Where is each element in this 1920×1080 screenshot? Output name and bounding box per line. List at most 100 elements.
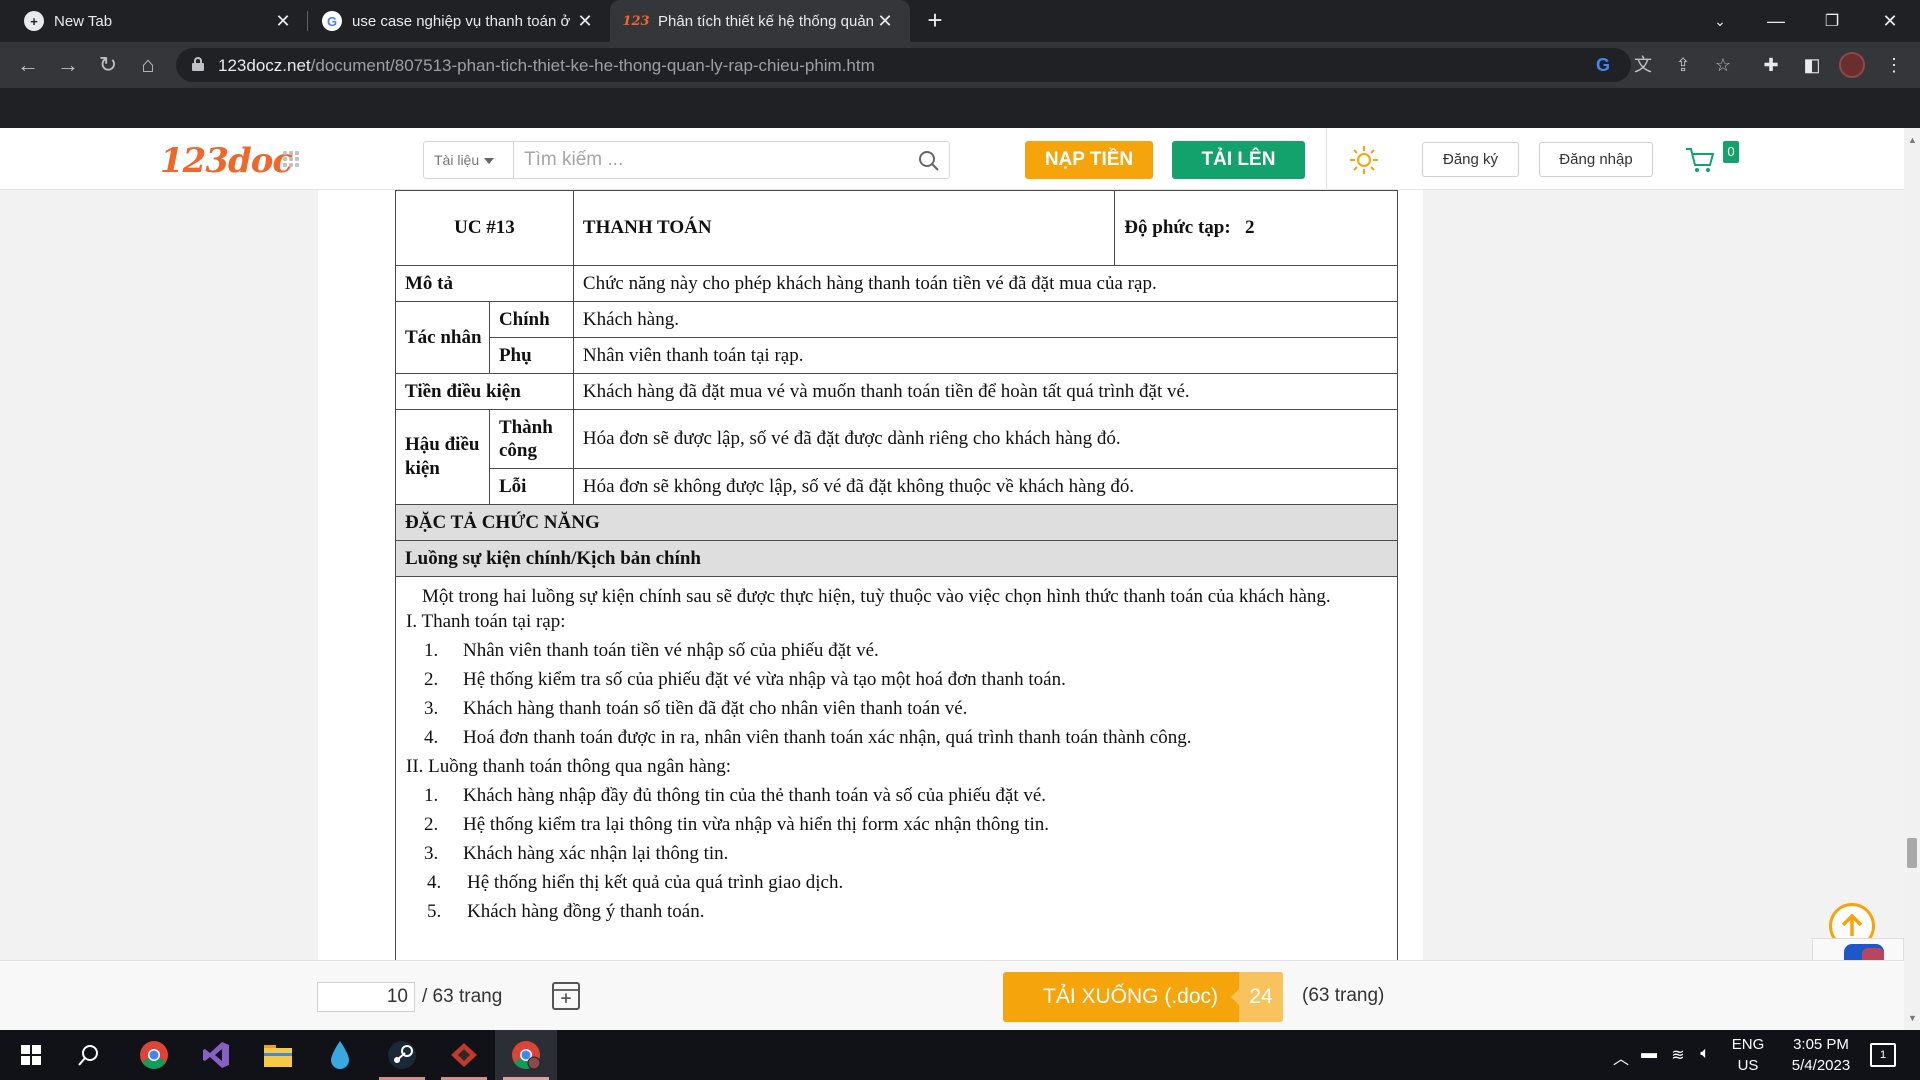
share-icon[interactable]: ⇪ (1671, 53, 1695, 77)
language-indicator-top[interactable]: ENG (1728, 1036, 1768, 1053)
cart-icon[interactable] (1684, 145, 1716, 175)
phu-label: Phụ (488, 337, 574, 374)
dang-ky-button[interactable]: Đăng ký (1422, 142, 1519, 177)
notification-center-icon[interactable]: 1 (1870, 1043, 1896, 1067)
document-page: UC #13 THANH TOÁN Độ phức tạp: 2 Mô tả C… (318, 190, 1423, 960)
minimize-icon[interactable]: — (1748, 0, 1804, 42)
mo-ta-label: Mô tả (395, 265, 574, 302)
tab-123doc[interactable]: 123 Phân tích thiết kế hệ thống quản lý … (610, 0, 910, 42)
chinh-label: Chính (488, 301, 574, 338)
phu-value: Nhân viên thanh toán tại rạp. (572, 337, 1399, 374)
list-item: 1. Nhân viên thanh toán tiền vé nhập số c… (424, 640, 879, 661)
uc-name: THANH TOÁN (572, 190, 1116, 266)
chrome-plus-icon: + (24, 11, 44, 31)
language-indicator-bottom[interactable]: US (1728, 1057, 1768, 1074)
scroll-up-arrow-icon[interactable]: ▲ (1908, 136, 1917, 145)
page-scrollbar[interactable]: ▲ ▼ (1904, 128, 1920, 1030)
tab-google-search[interactable]: G use case nghiệp vụ thanh toán ở rạp ✕ (308, 0, 610, 42)
mo-ta-value: Chức năng này cho phép khách hàng thanh … (572, 265, 1399, 302)
scrollbar-thumb[interactable] (1907, 838, 1917, 868)
search-icon[interactable] (917, 149, 941, 173)
forward-arrow-icon[interactable]: → (52, 49, 84, 81)
chinh-value: Khách hàng. (572, 301, 1399, 338)
tab-new-tab[interactable]: + New Tab ✕ (10, 0, 308, 42)
category-select[interactable]: Tài liệu (424, 142, 514, 178)
header-divider (1326, 128, 1327, 190)
close-tab-icon[interactable]: ✕ (874, 11, 896, 32)
google-g-icon: G (322, 11, 342, 31)
hau-dieu-kien-label: Hậu điều kiện (395, 409, 490, 505)
scroll-down-arrow-icon[interactable]: ▼ (1908, 1014, 1917, 1023)
uc-complexity: Độ phức tạp: 2 (1114, 190, 1398, 266)
browser-tab-strip: + New Tab ✕ G use case nghiệp vụ thanh t… (0, 0, 1920, 42)
page-number-input[interactable] (317, 982, 415, 1012)
chrome-active-taskbar-icon[interactable] (495, 1030, 557, 1080)
tab-title: use case nghiệp vụ thanh toán ở rạp (352, 12, 574, 30)
drop-app-icon[interactable] (309, 1030, 371, 1080)
translate-icon[interactable]: 文 (1631, 53, 1655, 77)
tab-search-chevron-icon[interactable]: ⌄ (1692, 0, 1748, 42)
volume-icon[interactable]: 🔈︎ (1694, 1045, 1716, 1065)
chrome-taskbar-icon[interactable] (123, 1030, 185, 1080)
new-tab-button[interactable]: + (920, 6, 950, 36)
list-item: 2. Hệ thống kiểm tra lại thông tin vừa nh… (424, 814, 1049, 835)
document-viewer[interactable]: UC #13 THANH TOÁN Độ phức tạp: 2 Mô tả C… (0, 190, 1904, 960)
close-tab-icon[interactable]: ✕ (574, 11, 596, 32)
apps-grid-icon[interactable] (283, 151, 299, 167)
chrome-menu-icon[interactable]: ⋮ (1880, 51, 1908, 79)
bookmark-star-icon[interactable]: ☆ (1711, 53, 1735, 77)
wifi-icon[interactable]: ≋ (1667, 1045, 1689, 1065)
list-item: 3. Khách hàng xác nhận lại thông tin. (424, 843, 729, 864)
recaptcha-logo-accent (1862, 948, 1884, 960)
restore-icon[interactable]: ❐ (1804, 0, 1860, 42)
back-arrow-icon[interactable]: ← (12, 49, 44, 81)
url-text[interactable]: 123docz.net/document/807513-phan-tich-th… (218, 56, 875, 76)
battery-icon[interactable]: ▬ (1638, 1045, 1660, 1065)
windows-start-icon[interactable] (0, 1030, 62, 1080)
clock-time[interactable]: 3:05 PM (1776, 1036, 1866, 1053)
taskbar-search-icon[interactable] (58, 1030, 120, 1080)
caret-down-icon (484, 158, 495, 165)
game-launcher-icon[interactable] (433, 1030, 495, 1080)
file-explorer-icon[interactable] (247, 1030, 309, 1080)
close-tab-icon[interactable]: ✕ (272, 11, 294, 32)
steam-icon[interactable] (371, 1030, 433, 1080)
tac-nhan-label: Tác nhân (395, 301, 490, 374)
flow-content: Một trong hai luồng sự kiện chính sau sẽ… (395, 576, 1398, 960)
list-item: 2. Hệ thống kiểm tra số của phiếu đặt vé … (424, 669, 1066, 690)
tai-len-button[interactable]: TẢI LÊN (1172, 141, 1305, 179)
add-page-icon[interactable] (552, 982, 580, 1010)
visual-studio-icon[interactable] (185, 1030, 247, 1080)
side-panel-icon[interactable]: ◧ (1798, 51, 1826, 79)
search-box: Tài liệu (423, 141, 950, 179)
list-item: 3. Khách hàng thanh toán số tiền đã đặt c… (424, 698, 968, 719)
windows-taskbar: ︿ ▬ ≋ 🔈︎ ENG US 3:05 PM 5/4/2023 1 (0, 1030, 1920, 1080)
sun-icon[interactable] (1349, 145, 1379, 175)
use-case-table: UC #13 THANH TOÁN Độ phức tạp: 2 Mô tả C… (395, 190, 1399, 960)
address-bar[interactable]: 123docz.net/document/807513-phan-tich-th… (176, 48, 1731, 82)
home-icon[interactable]: ⌂ (132, 49, 164, 81)
nap-tien-button[interactable]: NẠP TIỀN (1025, 141, 1153, 179)
download-pages-label: (63 trang) (1302, 985, 1385, 1006)
download-button-label: TẢI XUỐNG (.doc) (1043, 985, 1219, 1008)
tien-dieu-kien-value: Khách hàng đã đặt mua vé và muốn thanh t… (572, 373, 1399, 410)
extensions-puzzle-icon[interactable]: ✚ (1757, 51, 1785, 79)
google-lens-icon[interactable]: G (1591, 53, 1615, 77)
tab-title: New Tab (54, 12, 113, 30)
reload-icon[interactable]: ↻ (92, 49, 124, 81)
browser-toolbar: ← → ↻ ⌂ 123docz.net/document/807513-phan… (0, 42, 1920, 88)
luong-heading: Luồng sự kiện chính/Kịch bản chính (395, 540, 1398, 577)
search-input[interactable] (524, 146, 904, 174)
close-window-icon[interactable]: ✕ (1862, 0, 1918, 42)
list-item: 4. Hoá đơn thanh toán được in ra, nhân vi… (424, 727, 1192, 748)
loi-value: Hóa đơn sẽ không được lập, số vé đã đặt … (572, 468, 1399, 505)
loi-label: Lỗi (488, 468, 574, 505)
page-top-band (0, 88, 1920, 128)
download-count-badge: 24 (1239, 972, 1283, 1022)
dang-nhap-button[interactable]: Đăng nhập (1539, 142, 1653, 177)
profile-avatar[interactable] (1839, 52, 1865, 78)
site-logo[interactable]: 123doc (160, 141, 293, 181)
download-doc-button[interactable]: TẢI XUỐNG (.doc) 24 (1003, 972, 1283, 1022)
show-hidden-icons-chevron-icon[interactable]: ︿ (1610, 1045, 1632, 1068)
clock-date[interactable]: 5/4/2023 (1776, 1057, 1866, 1074)
